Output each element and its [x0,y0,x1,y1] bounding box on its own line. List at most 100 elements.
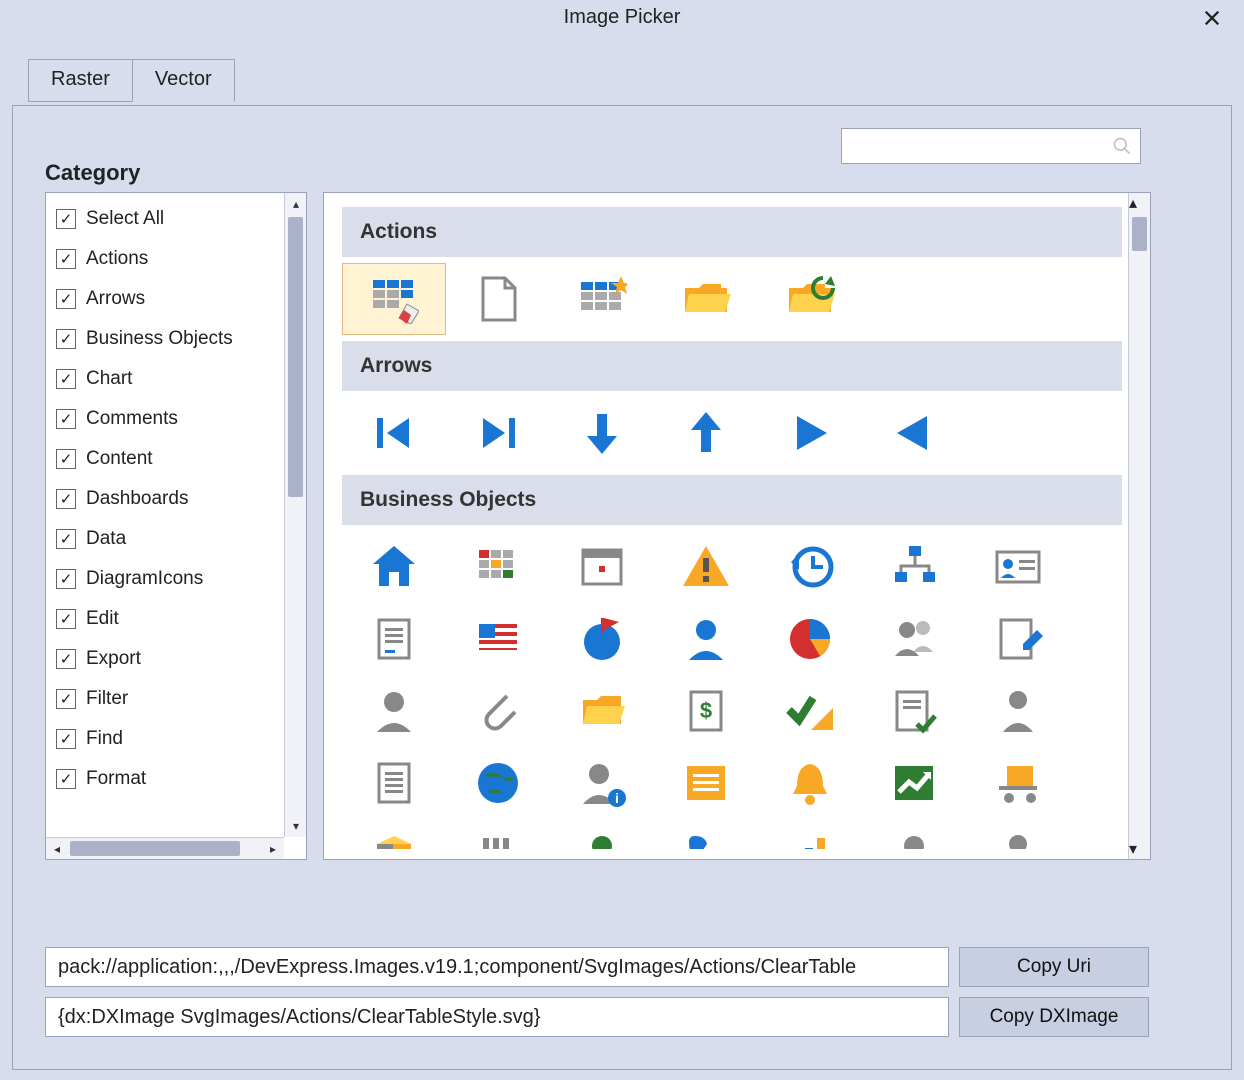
globe-icon[interactable] [446,747,550,819]
gallery-scroll-thumb[interactable] [1132,217,1147,251]
search-input[interactable] [850,136,1112,156]
flag-us-icon[interactable] [446,603,550,675]
scroll-left-icon[interactable]: ◂ [46,838,68,860]
category-item[interactable]: ✓Content [46,439,284,479]
play-icon[interactable] [758,397,862,469]
category-item[interactable]: ✓Business Objects [46,319,284,359]
checkbox-icon[interactable]: ✓ [56,289,76,309]
checkbox-icon[interactable]: ✓ [56,489,76,509]
hscroll-thumb[interactable] [70,841,240,856]
group-header: Arrows [342,341,1122,391]
new-grid-icon[interactable] [550,263,654,335]
home-icon[interactable] [342,531,446,603]
clear-table-style-icon[interactable] [342,263,446,335]
paperclip-icon[interactable] [446,675,550,747]
history-icon[interactable] [758,531,862,603]
checkbox-icon[interactable]: ✓ [56,769,76,789]
tab-raster[interactable]: Raster [28,59,133,102]
category-item[interactable]: ✓Format [46,759,284,799]
category-item[interactable]: ✓Comments [46,399,284,439]
list-orange-icon[interactable] [654,747,758,819]
down-icon[interactable] [550,397,654,469]
copy-uri-button[interactable]: Copy Uri [959,947,1149,987]
category-vscroll[interactable]: ▴ ▾ [284,193,306,837]
folder-yellow-icon[interactable] [550,675,654,747]
checkbox-icon[interactable]: ✓ [56,529,76,549]
checkbox-icon[interactable]: ✓ [56,409,76,429]
category-item-label: Data [86,528,126,550]
category-item[interactable]: ✓Chart [46,359,284,399]
warning-icon[interactable] [654,531,758,603]
scroll-thumb[interactable] [288,217,303,497]
edit-doc-icon[interactable] [966,603,1070,675]
user-info-icon[interactable] [550,747,654,819]
user-gray2-icon[interactable] [862,819,966,849]
invoice-icon[interactable] [654,675,758,747]
open-folder-icon[interactable] [654,263,758,335]
checkbox-icon[interactable]: ✓ [56,329,76,349]
people-icon[interactable] [862,603,966,675]
uri-field[interactable]: pack://application:,,,/DevExpress.Images… [45,947,949,987]
globe-flag-icon[interactable] [550,603,654,675]
checkbox-icon[interactable]: ✓ [56,689,76,709]
category-hscroll[interactable]: ◂ ▸ [46,837,284,859]
first-icon[interactable] [342,397,446,469]
bar-chart-icon[interactable] [758,819,862,849]
package-icon[interactable] [342,819,446,849]
category-item[interactable]: ✓Export [46,639,284,679]
checkbox-icon[interactable]: ✓ [56,369,76,389]
stock-up-icon[interactable] [862,747,966,819]
play-left-icon[interactable] [862,397,966,469]
category-item[interactable]: ✓Actions [46,239,284,279]
last-icon[interactable] [446,397,550,469]
user-gray-icon[interactable] [342,675,446,747]
user-green-icon[interactable] [550,819,654,849]
category-item[interactable]: ✓Dashboards [46,479,284,519]
search-box[interactable] [841,128,1141,164]
close-icon[interactable] [1198,4,1226,32]
checkbox-icon[interactable]: ✓ [56,209,76,229]
category-item[interactable]: ✓ Arrows [46,279,284,319]
scroll-right-icon[interactable]: ▸ [262,838,284,860]
factory-icon[interactable] [446,819,550,849]
category-item[interactable]: ✓DiagramIcons [46,559,284,599]
gallery-vscroll[interactable]: ▴ ▾ [1128,193,1150,859]
checkbox-icon[interactable]: ✓ [56,649,76,669]
doc-check-icon[interactable] [862,675,966,747]
bell-icon[interactable] [758,747,862,819]
pie-chart-icon[interactable] [758,603,862,675]
checkbox-icon[interactable]: ✓ [56,729,76,749]
org-chart-icon[interactable] [862,531,966,603]
business-person-icon[interactable] [966,675,1070,747]
new-file-icon[interactable] [446,263,550,335]
checks-icon[interactable] [758,675,862,747]
copy-dximage-button[interactable]: Copy DXImage [959,997,1149,1037]
category-item[interactable]: ✓ Data [46,519,284,559]
gallery-scroll-up-icon[interactable]: ▴ [1129,193,1150,213]
id-card-icon[interactable] [966,531,1070,603]
checkbox-icon[interactable]: ✓ [56,609,76,629]
checkbox-icon[interactable]: ✓ [56,249,76,269]
category-item[interactable]: ✓Find [46,719,284,759]
category-item[interactable]: ✓Edit [46,599,284,639]
phone-icon[interactable] [654,819,758,849]
up-icon[interactable] [654,397,758,469]
user-tie-icon[interactable] [966,819,1070,849]
cart-icon[interactable] [966,747,1070,819]
category-item[interactable]: ✓Filter [46,679,284,719]
category-item-label: Arrows [86,288,145,310]
scroll-down-icon[interactable]: ▾ [285,815,307,837]
category-item[interactable]: ✓Select All [46,199,284,239]
refresh-folder-icon[interactable] [758,263,862,335]
doc-text-icon[interactable] [342,747,446,819]
grid-color-icon[interactable] [446,531,550,603]
dximage-field[interactable]: {dx:DXImage SvgImages/Actions/ClearTable… [45,997,949,1037]
checkbox-icon[interactable]: ✓ [56,569,76,589]
person-blue-icon[interactable] [654,603,758,675]
scroll-up-icon[interactable]: ▴ [285,193,307,215]
checkbox-icon[interactable]: ✓ [56,449,76,469]
tab-vector[interactable]: Vector [132,59,235,102]
gallery-scroll-down-icon[interactable]: ▾ [1129,839,1137,859]
calendar-icon[interactable] [550,531,654,603]
document-lines-icon[interactable] [342,603,446,675]
